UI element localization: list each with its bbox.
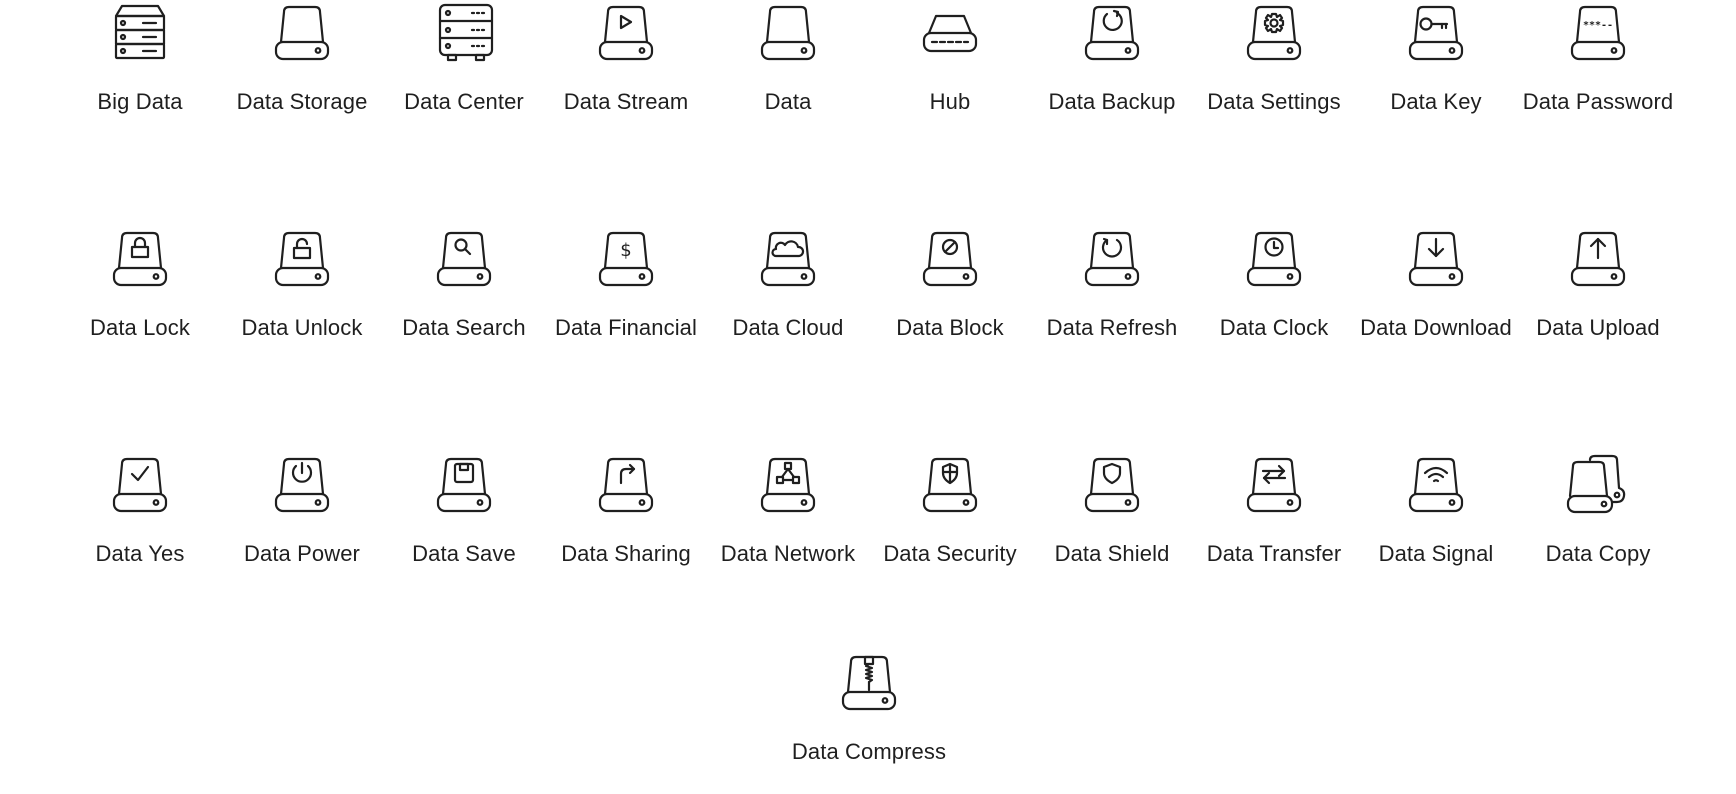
icon-label: Data Power [244,541,360,566]
icon-tile-data-cloud[interactable]: Data Cloud [707,228,869,342]
data-security-icon [922,457,978,513]
icon-label: Data [764,89,812,114]
icon-tile-data-sharing[interactable]: Data Sharing [545,454,707,568]
svg-text:***--: ***-- [1583,20,1613,31]
big-data-icon [114,4,166,60]
icon-label: Data Search [402,315,526,340]
icon-label: Data Save [412,541,516,566]
icon-tile-data-compress[interactable]: Data Compress [788,652,950,766]
data-copy-icon [1566,454,1626,514]
data-clock-icon [1246,231,1302,287]
data-icon [760,5,816,61]
icon-tile-data-block[interactable]: Data Block [869,228,1031,342]
data-financial-icon: $ [598,231,654,287]
icon-label: Data Clock [1219,315,1329,340]
svg-text:$: $ [620,240,631,261]
data-transfer-icon [1246,457,1302,513]
icon-label: Data Financial [554,315,698,340]
icon-tile-data-stream[interactable]: Data Stream [545,2,707,116]
icon-tile-data-password[interactable]: ***-- Data Password [1517,2,1679,116]
icon-tile-data-yes[interactable]: Data Yes [59,454,221,568]
icon-label: Data Lock [90,315,190,340]
data-block-icon [922,231,978,287]
icon-tile-data-power[interactable]: Data Power [221,454,383,568]
icon-label: Data Key [1390,89,1482,114]
icon-tile-data-center[interactable]: Data Center [383,2,545,116]
icon-tile-data-search[interactable]: Data Search [383,228,545,342]
data-lock-icon [112,231,168,287]
icon-label: Hub [929,89,971,114]
icon-tile-hub[interactable]: Hub [869,2,1031,116]
data-password-icon: ***-- [1570,5,1626,61]
icon-tile-data-storage[interactable]: Data Storage [221,2,383,116]
icon-label: Data Compress [791,739,947,764]
icon-tile-data-download[interactable]: Data Download [1355,228,1517,342]
icon-label: Data Yes [95,541,185,566]
icon-label: Data Stream [563,89,689,114]
data-shield-icon [1084,457,1140,513]
icon-label: Data Transfer [1206,541,1342,566]
icon-tile-data-financial[interactable]: $ Data Financial [545,228,707,342]
icon-tile-data-copy[interactable]: Data Copy [1517,454,1679,568]
icon-label: Data Unlock [241,315,363,340]
data-download-icon [1408,231,1464,287]
data-cloud-icon [760,231,816,287]
data-network-icon [760,457,816,513]
icon-tile-data-upload[interactable]: Data Upload [1517,228,1679,342]
icon-label: Data Settings [1207,89,1341,114]
icon-label: Data Cloud [732,315,844,340]
icon-tile-data-key[interactable]: Data Key [1355,2,1517,116]
icon-label: Data Upload [1536,315,1660,340]
data-key-icon [1408,5,1464,61]
icon-label: Data Storage [236,89,368,114]
icon-tile-data-transfer[interactable]: Data Transfer [1193,454,1355,568]
icon-tile-data-clock[interactable]: Data Clock [1193,228,1355,342]
icon-tile-data-shield[interactable]: Data Shield [1031,454,1193,568]
data-refresh-icon [1084,231,1140,287]
icon-tile-data[interactable]: Data [707,2,869,116]
icon-label: Data Signal [1378,541,1494,566]
data-upload-icon [1570,231,1626,287]
data-sharing-icon [598,457,654,513]
icon-label: Big Data [97,89,183,114]
data-search-icon [436,231,492,287]
icon-label: Data Block [896,315,1004,340]
data-yes-icon [112,457,168,513]
icon-tile-big-data[interactable]: Big Data [59,2,221,116]
icon-label: Data Refresh [1046,315,1178,340]
icon-tile-data-unlock[interactable]: Data Unlock [221,228,383,342]
data-center-icon [438,3,494,62]
data-settings-icon [1246,5,1302,61]
icon-tile-data-security[interactable]: Data Security [869,454,1031,568]
icon-label: Data Network [720,541,856,566]
data-backup-icon [1084,5,1140,61]
data-unlock-icon [274,231,330,287]
icon-label: Data Shield [1054,541,1170,566]
icon-label: Data Security [883,541,1017,566]
icon-tile-data-refresh[interactable]: Data Refresh [1031,228,1193,342]
icon-label: Data Download [1360,315,1512,340]
hub-icon [922,14,978,53]
icon-tile-data-lock[interactable]: Data Lock [59,228,221,342]
icon-label: Data Backup [1048,89,1176,114]
icon-label: Data Center [404,89,524,114]
data-power-icon [274,457,330,513]
icon-label: Data Sharing [561,541,691,566]
data-signal-icon [1408,457,1464,513]
icon-tile-data-network[interactable]: Data Network [707,454,869,568]
icon-label: Data Copy [1545,541,1651,566]
data-storage-icon [274,5,330,61]
data-stream-icon [598,5,654,61]
icon-label: Data Password [1522,89,1674,114]
icon-tile-data-backup[interactable]: Data Backup [1031,2,1193,116]
icon-tile-data-save[interactable]: Data Save [383,454,545,568]
icon-tile-data-settings[interactable]: Data Settings [1193,2,1355,116]
icon-tile-data-signal[interactable]: Data Signal [1355,454,1517,568]
data-save-icon [436,457,492,513]
data-compress-icon [841,655,897,711]
